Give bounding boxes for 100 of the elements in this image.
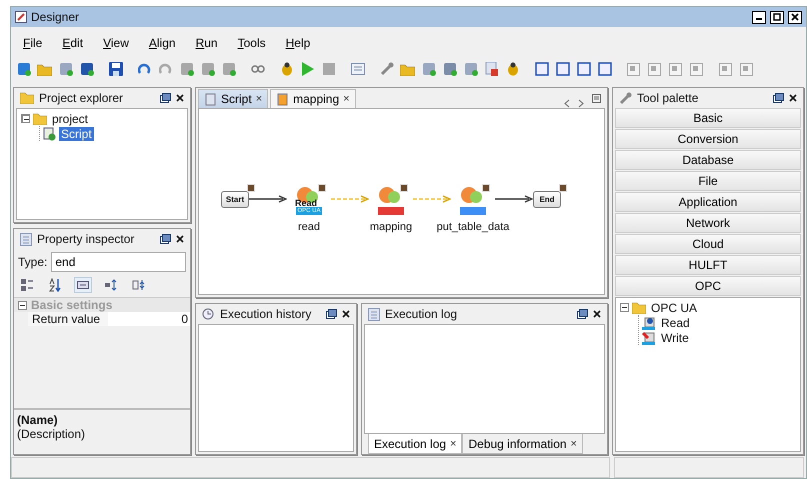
glasses-icon	[250, 65, 264, 73]
editor-tab[interactable]: Script ×	[198, 89, 268, 108]
category-button[interactable]: Cloud	[615, 234, 801, 254]
node-caption: mapping	[370, 221, 412, 233]
menu-item[interactable]: Run	[186, 33, 228, 53]
task-node-icon	[459, 185, 483, 205]
categorized-button[interactable]	[18, 277, 36, 293]
frame-icon	[576, 62, 590, 76]
folder-icon	[37, 62, 52, 76]
toolbar-button[interactable]	[575, 60, 592, 78]
restore-icon[interactable]	[326, 309, 337, 319]
scroll-left-icon[interactable]	[564, 99, 570, 108]
connector-arrow	[495, 195, 533, 203]
type-label: Type:	[18, 255, 48, 269]
tree-item[interactable]: Script	[59, 126, 94, 140]
property-value[interactable]: 0	[108, 312, 190, 326]
log-tab[interactable]: Debug information ×	[462, 434, 583, 454]
category-button[interactable]: OPC	[615, 276, 801, 296]
menu-item[interactable]: Align	[138, 33, 186, 53]
node-caption: read	[298, 221, 320, 233]
node-marker-icon	[318, 184, 326, 192]
category-button[interactable]: Basic	[615, 108, 801, 128]
category-button[interactable]: File	[615, 171, 801, 191]
menu-item[interactable]: Help	[276, 33, 320, 53]
close-icon[interactable]	[342, 310, 350, 318]
align-icon	[648, 62, 661, 76]
close-icon	[791, 13, 799, 21]
category-button[interactable]: Database	[615, 150, 801, 170]
node-marker-icon	[400, 184, 408, 192]
grid-icon	[350, 63, 364, 75]
restore-icon[interactable]	[773, 93, 784, 103]
categories-icon	[20, 278, 34, 292]
property-name: Return value	[28, 312, 108, 326]
wrench-icon	[619, 92, 632, 104]
restore-icon[interactable]	[577, 309, 588, 319]
app-icon	[15, 11, 27, 23]
panel-title: Execution history	[220, 307, 312, 321]
frame-icon	[556, 62, 570, 76]
category-button[interactable]: HULFT	[615, 255, 801, 275]
read-tool-icon	[641, 316, 656, 330]
minimize-button[interactable]	[752, 10, 766, 24]
close-icon[interactable]	[176, 235, 184, 243]
tree-item[interactable]: OPC UA	[649, 300, 700, 314]
tree-item[interactable]: Read	[659, 316, 692, 330]
connector-arrow	[331, 195, 369, 203]
maximize-button[interactable]	[770, 10, 784, 24]
maximize-icon	[773, 13, 781, 21]
expand-icon	[104, 279, 118, 291]
bug-icon	[280, 62, 294, 76]
document-icon	[276, 92, 290, 106]
category-button[interactable]: Network	[615, 213, 801, 233]
undo-icon	[138, 63, 152, 75]
close-icon[interactable]	[789, 94, 797, 102]
task-node-icon	[377, 185, 401, 205]
editor-tab[interactable]: mapping ×	[270, 89, 356, 108]
property-name-heading: (Name)	[17, 413, 59, 427]
list-icon	[20, 232, 32, 246]
close-icon[interactable]	[593, 310, 601, 318]
category-button[interactable]: Conversion	[615, 129, 801, 149]
scroll-right-icon[interactable]	[578, 99, 584, 108]
menu-item[interactable]: Edit	[52, 33, 94, 53]
tab-list-icon[interactable]	[592, 94, 601, 103]
restore-icon[interactable]	[160, 234, 171, 244]
log-tab[interactable]: Execution log ×	[368, 434, 462, 454]
node-marker-icon	[247, 184, 255, 192]
category-button[interactable]: Application	[615, 192, 801, 212]
tree-item[interactable]: Write	[659, 330, 691, 344]
menu-item[interactable]: File	[13, 33, 52, 53]
frame-icon	[534, 62, 548, 76]
history-icon	[202, 308, 215, 320]
toolbar-button[interactable]	[107, 60, 124, 78]
close-button[interactable]	[788, 10, 802, 24]
toolbar-button[interactable]	[533, 60, 550, 78]
properties-button[interactable]	[74, 277, 92, 293]
folder-icon	[33, 112, 47, 124]
window-title: Designer	[31, 10, 80, 24]
collapse-icon[interactable]	[18, 300, 27, 310]
floppy-icon	[108, 62, 122, 76]
collapse-icon[interactable]	[21, 114, 30, 123]
tab-close[interactable]: ×	[450, 438, 456, 450]
align-icon	[719, 62, 732, 76]
play-icon	[302, 62, 314, 76]
type-field[interactable]: end	[51, 252, 186, 272]
collapse-all-icon	[132, 279, 146, 291]
close-icon[interactable]	[176, 94, 184, 102]
wrench-icon	[380, 62, 394, 76]
tree-item[interactable]: project	[50, 112, 90, 126]
menu-item[interactable]: View	[93, 33, 139, 53]
tab-close[interactable]: ×	[570, 438, 577, 450]
collapse-icon[interactable]	[620, 303, 629, 312]
connector-arrow	[413, 195, 451, 203]
toolbar-button[interactable]	[596, 60, 613, 78]
menu-item[interactable]: Tools	[228, 33, 276, 53]
toolbar-button[interactable]	[554, 60, 571, 78]
align-icon	[740, 62, 753, 76]
tab-close[interactable]: ×	[343, 93, 350, 105]
node-marker-icon	[482, 184, 490, 192]
toolbar-button[interactable]	[78, 60, 95, 78]
tab-close[interactable]: ×	[256, 93, 262, 105]
restore-icon[interactable]	[160, 93, 171, 103]
